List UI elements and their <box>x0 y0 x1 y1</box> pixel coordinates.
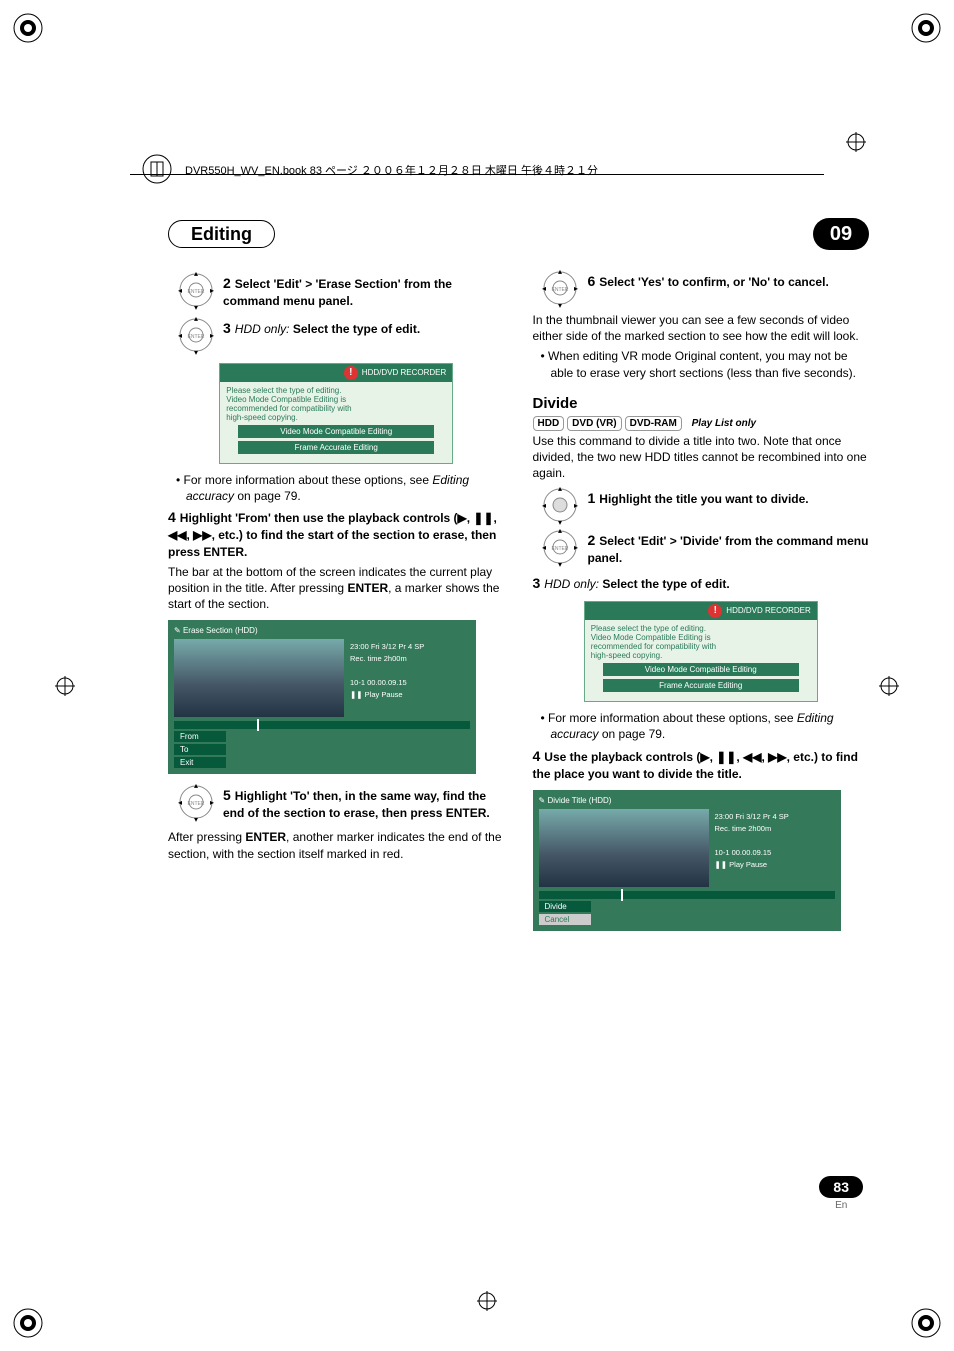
video-preview <box>539 809 709 887</box>
bullet-vr-mode: • When editing VR mode Original content,… <box>533 348 870 380</box>
dialog-opt-2[interactable]: Frame Accurate Editing <box>238 441 434 454</box>
btn-to[interactable]: To <box>174 744 226 755</box>
step-6: ENTER▴▾◂▸ 6Select 'Yes' to confirm, or '… <box>533 268 870 308</box>
btn-exit[interactable]: Exit <box>174 757 226 768</box>
step-5: ENTER▴▾◂▸ 5Highlight 'To' then, in the s… <box>168 782 505 825</box>
divide-step-1: ▴▾◂▸ 1Highlight the title you want to di… <box>533 485 870 525</box>
svg-text:◂: ◂ <box>178 331 182 340</box>
reg-mark-bl <box>8 1303 48 1343</box>
crop-left <box>55 676 75 696</box>
book-icon <box>140 152 174 186</box>
divide-step-1-text: Highlight the title you want to divide. <box>599 492 808 506</box>
enter-icon: ENTER ▴ ▾ ◂ ▸ <box>533 527 588 567</box>
step-5-text: Highlight 'To' then, in the same way, fi… <box>223 789 490 820</box>
page-number: 83 En <box>819 1176 863 1211</box>
svg-text:ENTER: ENTER <box>187 334 204 340</box>
btn-divide[interactable]: Divide <box>539 901 591 912</box>
svg-text:ENTER: ENTER <box>187 801 204 807</box>
reg-mark-br <box>906 1303 946 1343</box>
reg-mark-tr <box>906 8 946 48</box>
svg-text:▴: ▴ <box>193 782 197 790</box>
svg-text:▴: ▴ <box>558 527 562 535</box>
dialog-body: Please select the type of editing. Video… <box>226 386 446 422</box>
step-6-body: In the thumbnail viewer you can see a fe… <box>533 312 870 344</box>
svg-text:◂: ◂ <box>178 286 182 295</box>
svg-text:ENTER: ENTER <box>552 287 569 293</box>
svg-text:▴: ▴ <box>193 270 197 278</box>
chapter-badge: 09 <box>813 218 869 250</box>
svg-text:▸: ▸ <box>574 543 578 552</box>
enter-icon: ENTER ▴ ▾ ◂ ▸ <box>168 782 223 822</box>
svg-text:▸: ▸ <box>574 284 578 293</box>
timeline-bar <box>174 721 470 729</box>
media-tags: HDDDVD (VR)DVD-RAM Play List only <box>533 418 870 429</box>
screenshot-divide-title: ✎ Divide Title (HDD) 23:00 Fri 3/12 Pr 4… <box>533 790 841 931</box>
screenshot-erase-section: ✎ Erase Section (HDD) 23:00 Fri 3/12 Pr … <box>168 620 476 774</box>
svg-text:▾: ▾ <box>558 560 562 567</box>
divide-step-3-text: Select the type of edit. <box>599 577 730 591</box>
svg-text:ENTER: ENTER <box>187 289 204 295</box>
dialog-edit-type-1: !HDD/DVD RECORDER Please select the type… <box>219 363 453 464</box>
svg-text:▾: ▾ <box>558 301 562 308</box>
svg-text:▴: ▴ <box>193 315 197 323</box>
svg-text:▸: ▸ <box>210 798 214 807</box>
frame-header-text: DVR550H_WV_EN.book 83 ページ ２００６年１２月２８日 木曜… <box>185 162 598 178</box>
bullet-editing-accuracy: • For more information about these optio… <box>168 472 505 504</box>
video-preview <box>174 639 344 717</box>
step-4-text: Highlight 'From' then use the playback c… <box>168 511 497 558</box>
step-4-body: The bar at the bottom of the screen indi… <box>168 564 505 613</box>
btn-from[interactable]: From <box>174 731 226 742</box>
step-5-body: After pressing ENTER, another marker ind… <box>168 829 505 861</box>
svg-text:◂: ◂ <box>178 798 182 807</box>
dialog-opt-1[interactable]: Video Mode Compatible Editing <box>238 425 434 438</box>
dialog-body: Please select the type of editing. Video… <box>591 624 811 660</box>
step-6-text: Select 'Yes' to confirm, or 'No' to canc… <box>599 275 828 289</box>
crop-right <box>879 676 899 696</box>
dialog-opt-2[interactable]: Frame Accurate Editing <box>603 679 799 692</box>
alert-icon: ! <box>708 604 722 618</box>
step-2: ENTER▴▾◂▸ 2Select 'Edit' > 'Erase Sectio… <box>168 270 505 313</box>
step-3-text: Select the type of edit. <box>289 322 420 336</box>
reg-mark-tl <box>8 8 48 48</box>
enter-icon: ENTER ▴ ▾ ◂ ▸ <box>533 268 588 308</box>
svg-text:◂: ◂ <box>542 543 546 552</box>
svg-text:▾: ▾ <box>193 303 197 310</box>
svg-text:▸: ▸ <box>210 286 214 295</box>
svg-text:◂: ◂ <box>542 284 546 293</box>
svg-text:▸: ▸ <box>574 501 578 510</box>
svg-text:▾: ▾ <box>558 518 562 525</box>
page-title: Editing <box>168 220 275 248</box>
svg-text:ENTER: ENTER <box>552 546 569 552</box>
dialog-edit-type-2: !HDD/DVD RECORDER Please select the type… <box>584 601 818 702</box>
alert-icon: ! <box>344 366 358 380</box>
divide-intro: Use this command to divide a title into … <box>533 433 870 482</box>
bullet-editing-accuracy-2: • For more information about these optio… <box>533 710 870 742</box>
step-2-text: Select 'Edit' > 'Erase Section' from the… <box>223 277 452 308</box>
dialog-opt-1[interactable]: Video Mode Compatible Editing <box>603 663 799 676</box>
frame-header: DVR550H_WV_EN.book 83 ページ ２００６年１２月２８日 木曜… <box>130 152 824 182</box>
heading-divide: Divide <box>533 395 870 412</box>
divide-step-2-text: Select 'Edit' > 'Divide' from the comman… <box>588 534 869 565</box>
enter-icon: ENTER ▴ ▾ ◂ ▸ <box>168 270 223 310</box>
svg-text:◂: ◂ <box>542 501 546 510</box>
divide-step-4-text: Use the playback controls (▶, ❚❚, ◀◀, ▶▶… <box>533 750 858 781</box>
svg-text:▾: ▾ <box>193 815 197 822</box>
crop-top <box>846 132 866 152</box>
svg-text:▸: ▸ <box>210 331 214 340</box>
svg-text:▾: ▾ <box>193 348 197 355</box>
timeline-bar <box>539 891 835 899</box>
svg-text:▴: ▴ <box>558 485 562 493</box>
divide-step-2: ENTER▴▾◂▸ 2Select 'Edit' > 'Divide' from… <box>533 527 870 570</box>
nav-icon: ▴ ▾ ◂ ▸ <box>533 485 588 525</box>
svg-text:▴: ▴ <box>558 268 562 276</box>
btn-cancel[interactable]: Cancel <box>539 914 591 925</box>
crop-bottom <box>477 1291 497 1311</box>
enter-icon: ENTER ▴ ▾ ◂ ▸ <box>168 315 223 355</box>
step-3: ENTER▴▾◂▸ 3HDD only: Select the type of … <box>168 315 505 355</box>
